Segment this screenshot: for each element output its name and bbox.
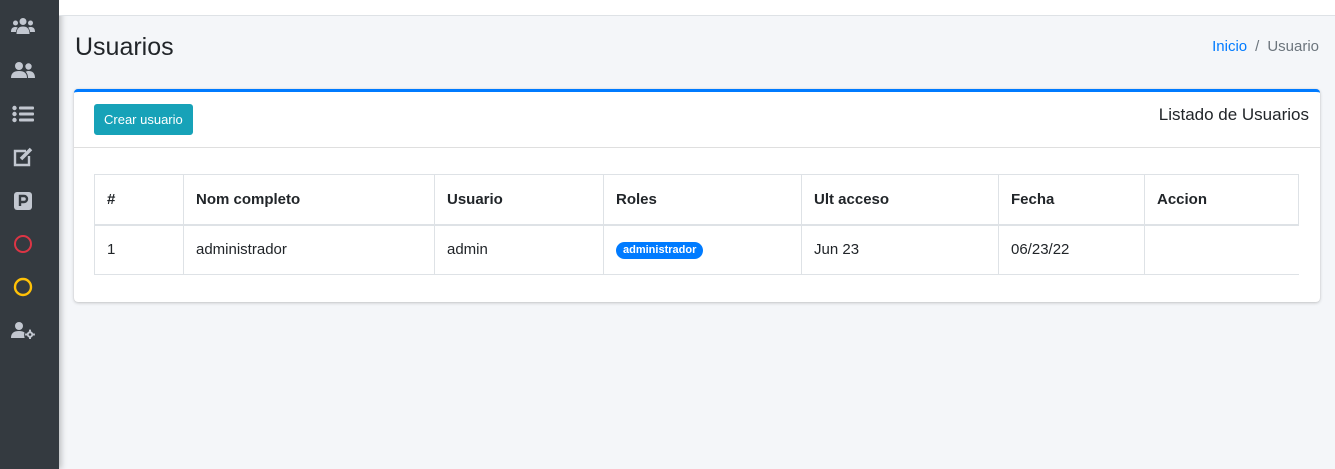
breadcrumb-separator: /	[1255, 38, 1260, 55]
card-title: Listado de Usuarios	[1158, 105, 1309, 124]
column-header-full-name[interactable]: Nom completo	[183, 174, 435, 226]
sidebar-item-parking[interactable]	[0, 186, 45, 216]
circle-icon	[13, 277, 33, 297]
list-icon	[11, 105, 34, 123]
column-header-roles[interactable]: Roles	[603, 174, 802, 226]
user-friends-icon	[10, 61, 35, 79]
sidebar-item-edit[interactable]	[0, 142, 45, 172]
users-card: Crear usuario Listado de Usuarios # Nom …	[74, 89, 1320, 302]
breadcrumb-current: Usuario	[1267, 38, 1319, 55]
create-user-button[interactable]: Crear usuario	[94, 104, 193, 135]
cell-full-name: administrador	[183, 224, 435, 275]
card-header: Crear usuario Listado de Usuarios	[74, 92, 1320, 148]
sidebar	[0, 0, 59, 469]
cell-date: 06/23/22	[998, 224, 1145, 275]
sidebar-item-red-circle[interactable]	[0, 229, 45, 259]
breadcrumb-home-link[interactable]: Inicio	[1212, 38, 1247, 55]
sidebar-item-user-friends[interactable]	[0, 55, 45, 85]
cell-action	[1144, 224, 1299, 275]
circle-icon	[13, 234, 33, 254]
sidebar-item-users-cog[interactable]	[0, 315, 45, 345]
column-header-action[interactable]: Accion	[1144, 174, 1299, 226]
users-group-icon	[10, 17, 35, 35]
top-navbar	[59, 0, 1335, 16]
role-badge: administrador	[616, 242, 704, 260]
cell-number: 1	[94, 224, 184, 275]
breadcrumb: Inicio / Usuario	[1212, 38, 1319, 55]
sidebar-item-list[interactable]	[0, 99, 45, 129]
column-header-last-access[interactable]: Ult acceso	[801, 174, 999, 226]
sidebar-item-users-group[interactable]	[0, 11, 45, 41]
page-title: Usuarios	[75, 33, 174, 61]
users-cog-icon	[10, 321, 35, 339]
sidebar-item-yellow-circle[interactable]	[0, 272, 45, 302]
cell-username: admin	[434, 224, 604, 275]
table-row: 1 administrador admin administrador Jun …	[94, 224, 1299, 275]
column-header-number[interactable]: #	[94, 174, 184, 226]
column-header-username[interactable]: Usuario	[434, 174, 604, 226]
table-header-row: # Nom completo Usuario Roles Ult acceso …	[94, 174, 1299, 226]
cell-last-access: Jun 23	[801, 224, 999, 275]
users-table: # Nom completo Usuario Roles Ult acceso …	[94, 174, 1299, 275]
parking-icon	[13, 192, 32, 210]
column-header-date[interactable]: Fecha	[998, 174, 1145, 226]
cell-roles: administrador	[603, 224, 802, 275]
edit-icon	[12, 147, 34, 167]
